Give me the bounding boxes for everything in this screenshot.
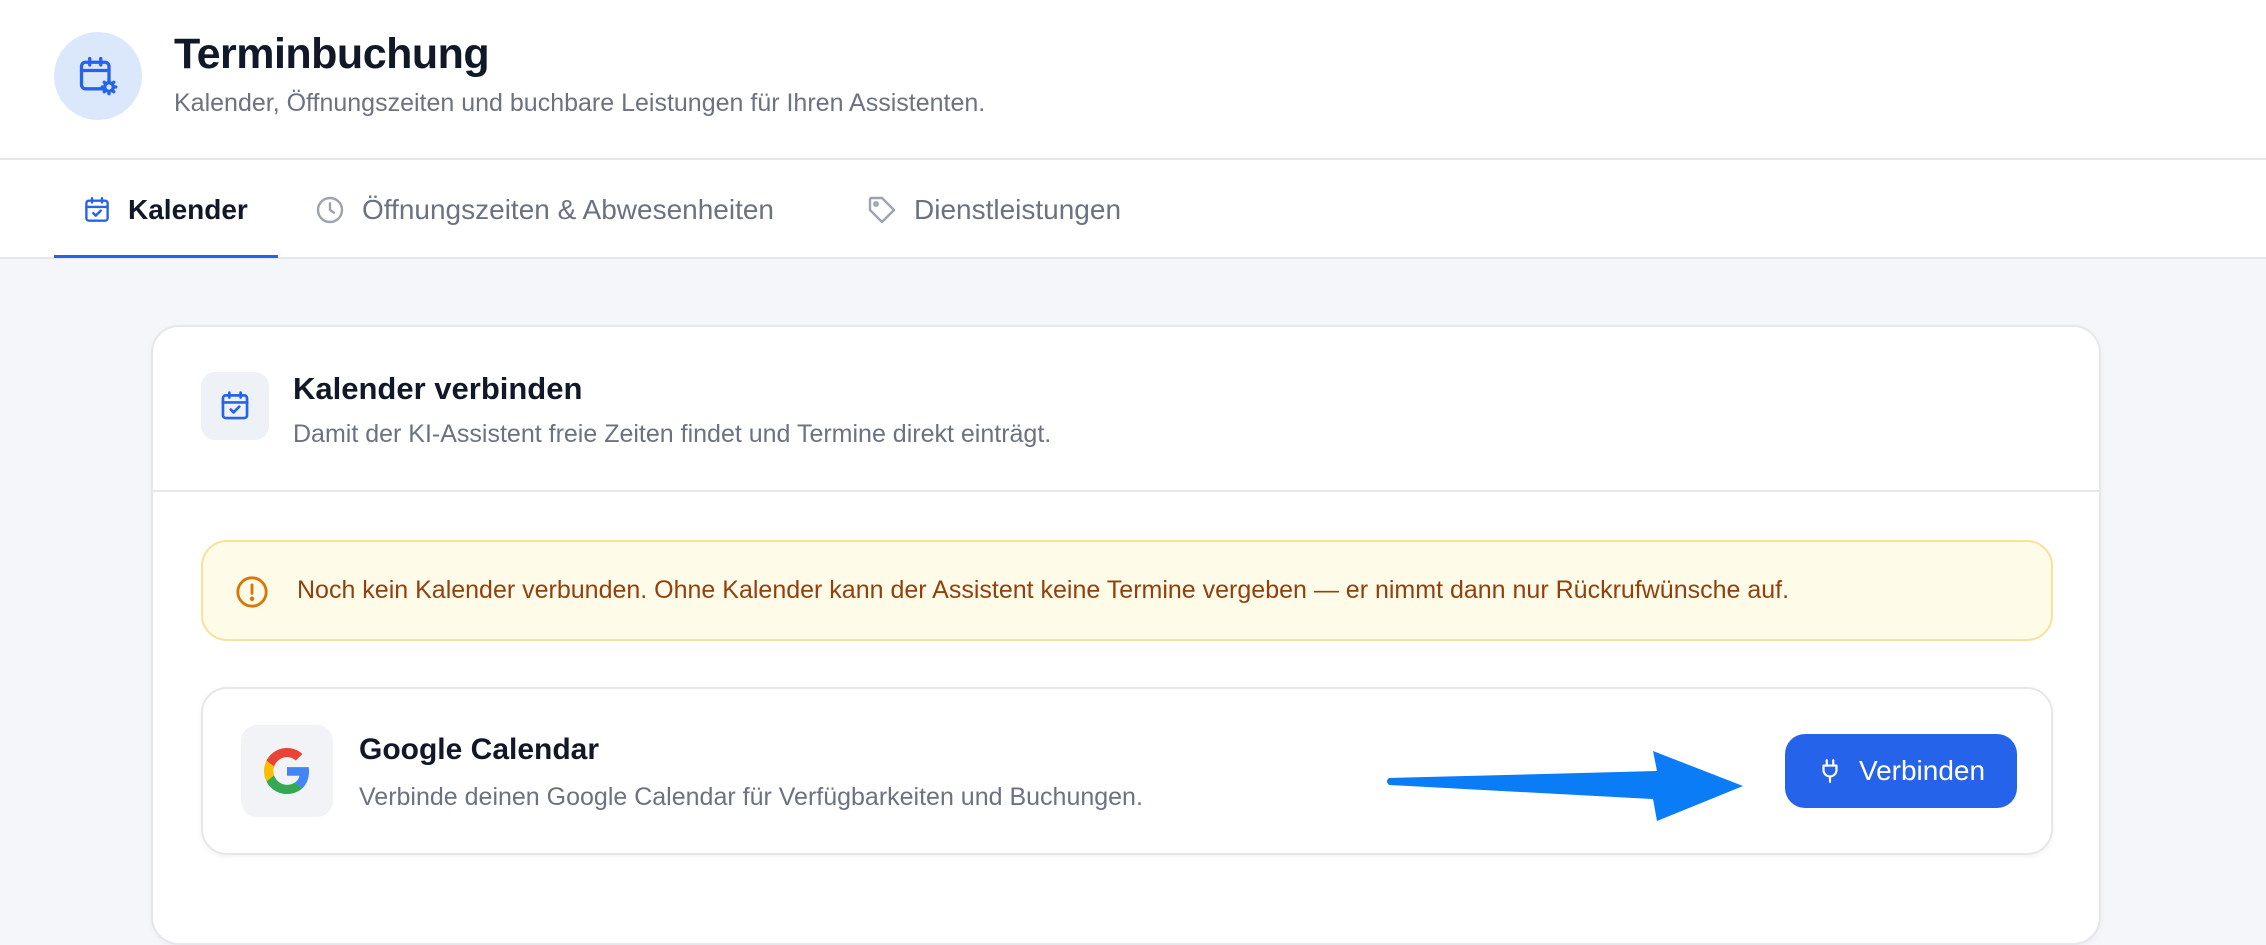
tab-label: Dienstleistungen: [914, 193, 1122, 225]
page-title: Terminbuchung: [174, 30, 490, 78]
tab-bar: Kalender Öffnungszeiten & Abwesenheiten …: [0, 160, 2266, 259]
connect-button[interactable]: Verbinden: [1785, 734, 2017, 808]
google-calendar-provider: Google Calendar Verbinde deinen Google C…: [201, 687, 2053, 855]
tab-dienstleistungen[interactable]: Dienstleistungen: [866, 160, 1121, 259]
plug-icon: [1822, 759, 1838, 783]
no-calendar-warning: Noch kein Kalender verbunden. Ohne Kalen…: [201, 540, 2053, 641]
page-subtitle: Kalender, Öffnungszeiten und buchbare Le…: [174, 89, 986, 117]
tab-oeffnungszeiten[interactable]: Öffnungszeiten & Abwesenheiten: [314, 160, 774, 259]
calendar-check-icon: [85, 196, 109, 222]
calendar-check-icon: [201, 372, 269, 440]
tab-label: Kalender: [128, 193, 248, 225]
provider-description: Verbinde deinen Google Calendar für Verf…: [359, 783, 1143, 811]
calendar-gear-icon: [54, 32, 142, 120]
page-header: Terminbuchung Kalender, Öffnungszeiten u…: [0, 0, 2266, 160]
tag-icon: [868, 196, 896, 223]
tab-kalender[interactable]: Kalender: [82, 160, 248, 259]
provider-name: Google Calendar: [359, 733, 600, 766]
warning-text: Noch kein Kalender verbunden. Ohne Kalen…: [297, 576, 1790, 604]
clock-icon: [316, 196, 344, 223]
active-tab-indicator: [54, 255, 278, 258]
warning-circle-icon: [236, 576, 268, 608]
card-title: Kalender verbinden: [293, 371, 583, 406]
card-subtitle: Damit der KI-Assistent freie Zeiten find…: [293, 420, 1052, 448]
connect-button-label: Verbinden: [1858, 755, 1986, 786]
pointer-arrow-icon: [1387, 751, 1743, 821]
calendar-connect-card: Kalender verbinden Damit der KI-Assisten…: [151, 325, 2101, 945]
tab-label: Öffnungszeiten & Abwesenheiten: [362, 193, 775, 225]
google-logo-icon: [241, 725, 333, 817]
divider: [153, 490, 2099, 492]
